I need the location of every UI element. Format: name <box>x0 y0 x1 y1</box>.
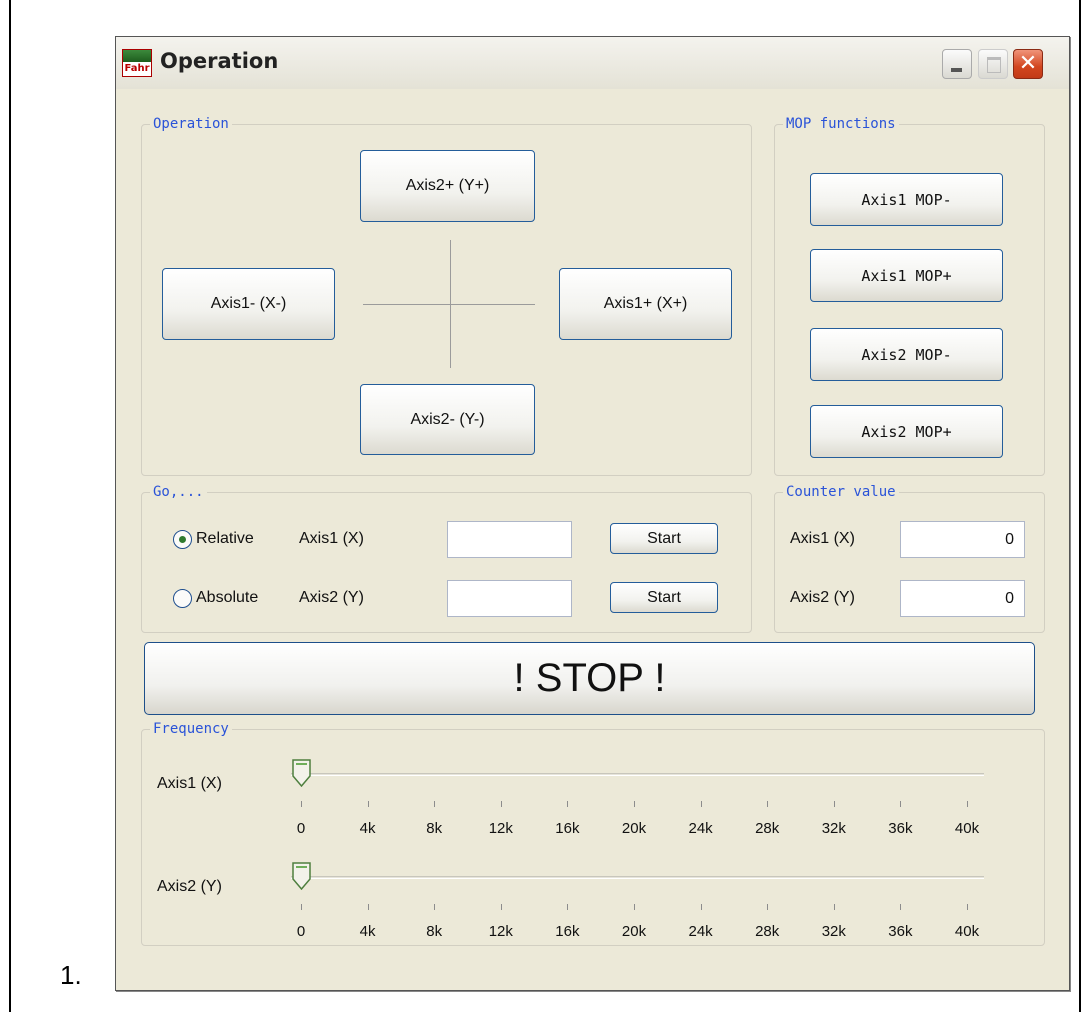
axis2-frequency-tick-label: 40k <box>954 923 980 940</box>
list-marker: 1. <box>60 960 82 990</box>
axis2-frequency-tick <box>700 904 702 910</box>
axis2-frequency-tick <box>767 904 769 910</box>
axis2-mop-plus-button[interactable]: Axis2 MOP+ <box>810 405 1003 458</box>
axis1-frequency-tick <box>567 801 569 807</box>
axis2-frequency-tick <box>500 904 502 910</box>
axis1-frequency-tick <box>700 801 702 807</box>
frequency-group: Frequency <box>141 721 1045 946</box>
axis2-minus-button[interactable]: Axis2- (Y-) <box>360 384 535 455</box>
axis2-frequency-tick-label: 36k <box>888 923 913 940</box>
axis2-frequency-tick-label: 4k <box>359 923 376 940</box>
go-axis2-input[interactable] <box>447 580 572 617</box>
axis1-frequency-tick <box>301 801 302 807</box>
frequency-axis2-label: Axis2 (Y) <box>157 878 222 895</box>
axis1-frequency-tick <box>767 801 769 807</box>
axis1-frequency-tick-label: 8k <box>426 820 443 837</box>
frequency-group-label: Frequency <box>150 721 232 738</box>
axis1-frequency-tick-label: 32k <box>821 820 846 837</box>
axis1-frequency-tick-label: 36k <box>888 820 913 837</box>
axis2-frequency-tick-label: 12k <box>488 923 513 940</box>
axis2-frequency-tick <box>367 904 369 910</box>
axis2-frequency-tick-label: 24k <box>688 923 713 940</box>
axis1-minus-button[interactable]: Axis1- (X-) <box>162 268 335 340</box>
axis2-frequency-tick-label: 20k <box>621 923 647 940</box>
mop-functions-group-label: MOP functions <box>783 116 899 133</box>
relative-radio-label[interactable]: Relative <box>196 530 254 548</box>
stop-button[interactable]: ! STOP ! <box>144 642 1035 715</box>
axis1-frequency-tick-label: 24k <box>688 820 713 837</box>
axis2-frequency-tick <box>301 904 302 910</box>
operation-group-label: Operation <box>150 116 232 133</box>
axis2-frequency-tick-label: 8k <box>426 923 443 940</box>
relative-radio[interactable] <box>173 530 192 549</box>
axis2-mop-minus-button[interactable]: Axis2 MOP- <box>810 328 1003 381</box>
axis1-frequency-tick <box>833 801 835 807</box>
counter-axis2-label: Axis2 (Y) <box>790 589 855 606</box>
axis2-frequency-tick <box>634 904 635 910</box>
crosshair-horizontal <box>363 304 535 305</box>
axis1-frequency-tick-label: 16k <box>555 820 580 837</box>
axis1-plus-button[interactable]: Axis1+ (X+) <box>559 268 732 340</box>
app-icon-text: Fahr <box>124 63 150 74</box>
start-axis2-button[interactable]: Start <box>610 582 718 613</box>
axis2-frequency-slider-thumb[interactable] <box>292 862 311 890</box>
window-title: Operation <box>160 49 279 73</box>
maximize-icon <box>978 49 1008 79</box>
crosshair-vertical <box>450 240 451 368</box>
title-bar[interactable]: Fahr Operation ✕ <box>116 37 1069 89</box>
axis2-frequency-tick-label: 16k <box>555 923 580 940</box>
counter-value-group-label: Counter value <box>783 484 899 501</box>
go-group-label: Go,... <box>150 484 207 501</box>
counter-axis2-value <box>900 580 1025 617</box>
axis1-frequency-tick <box>367 801 369 807</box>
axis2-frequency-tick <box>900 904 902 910</box>
axis1-frequency-tick <box>634 801 635 807</box>
axis2-frequency-tick-label: 32k <box>821 923 846 940</box>
close-icon[interactable]: ✕ <box>1013 49 1043 79</box>
axis2-frequency-tick <box>567 904 569 910</box>
absolute-radio-label[interactable]: Absolute <box>196 589 258 607</box>
frequency-axis1-label: Axis1 (X) <box>157 775 222 792</box>
axis1-frequency-tick-label: 12k <box>488 820 513 837</box>
absolute-radio[interactable] <box>173 589 192 608</box>
axis1-frequency-tick-label: 28k <box>755 820 780 837</box>
axis2-plus-button[interactable]: Axis2+ (Y+) <box>360 150 535 222</box>
axis2-frequency-tick <box>833 904 835 910</box>
go-axis1-input[interactable] <box>447 521 572 558</box>
axis1-frequency-slider-track[interactable] <box>291 773 984 776</box>
axis1-mop-plus-button[interactable]: Axis1 MOP+ <box>810 249 1003 302</box>
go-axis2-label: Axis2 (Y) <box>299 589 364 606</box>
axis1-frequency-slider-thumb[interactable] <box>292 759 311 787</box>
axis1-mop-minus-button[interactable]: Axis1 MOP- <box>810 173 1003 226</box>
axis2-frequency-slider-track[interactable] <box>291 876 984 879</box>
axis1-frequency-tick-label: 40k <box>954 820 980 837</box>
axis2-frequency-tick-label: 0 <box>296 923 306 940</box>
counter-axis1-value <box>900 521 1025 558</box>
axis2-frequency-tick-label: 28k <box>755 923 780 940</box>
axis1-frequency-tick-label: 0 <box>296 820 306 837</box>
axis2-frequency-tick <box>434 904 436 910</box>
app-icon: Fahr <box>122 49 152 77</box>
operation-window: Fahr Operation ✕ Operation Axis2+ (Y+) A… <box>115 36 1070 991</box>
axis2-frequency-tick <box>967 904 968 910</box>
axis1-frequency-tick <box>900 801 902 807</box>
axis1-frequency-tick <box>500 801 502 807</box>
minimize-icon[interactable] <box>942 49 972 79</box>
counter-axis1-label: Axis1 (X) <box>790 530 855 547</box>
start-axis1-button[interactable]: Start <box>610 523 718 554</box>
axis1-frequency-tick <box>967 801 968 807</box>
axis1-frequency-tick-label: 20k <box>621 820 647 837</box>
go-axis1-label: Axis1 (X) <box>299 530 364 547</box>
axis1-frequency-tick-label: 4k <box>359 820 376 837</box>
axis1-frequency-tick <box>434 801 436 807</box>
